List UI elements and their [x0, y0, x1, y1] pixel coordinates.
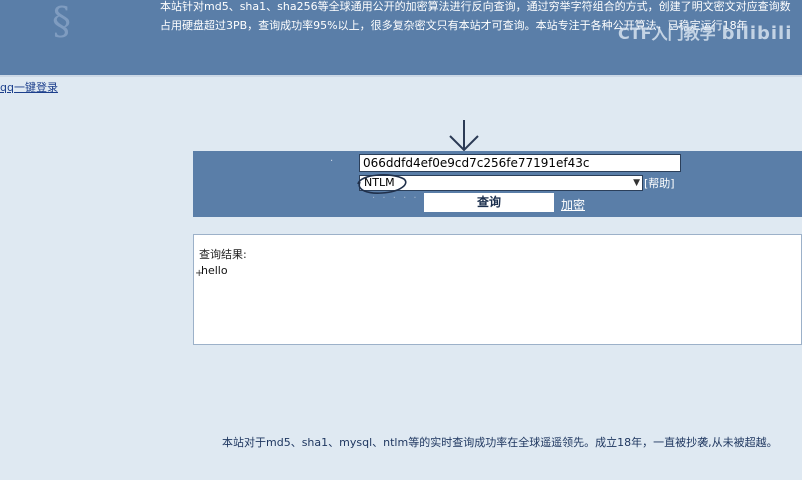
site-logo-icon: §: [52, 0, 71, 43]
down-arrow-icon: [449, 120, 479, 152]
result-box: [193, 234, 802, 345]
result-value: hello: [201, 264, 228, 277]
intro-line-1: 本站针对md5、sha1、sha256等全球通用公开的加密算法进行反向查询，通过…: [160, 0, 791, 13]
encrypt-link[interactable]: 加密: [561, 196, 585, 213]
footer-note: 本站对于md5、sha1、mysql、ntlm等的实时查询成功率在全球遥遥领先。…: [222, 436, 778, 449]
watermark-brand: bilibili: [721, 23, 793, 44]
qq-login-link[interactable]: qq一键登录: [0, 79, 58, 95]
help-link[interactable]: [帮助]: [644, 175, 675, 191]
header-divider: [0, 75, 802, 77]
watermark-text: CTF入门教学: [618, 24, 716, 43]
video-watermark: CTF入门教学 bilibili: [618, 20, 792, 44]
site-header: § 本站针对md5、sha1、sha256等全球通用公开的加密算法进行反向查询，…: [0, 0, 802, 75]
result-label: 查询结果:: [199, 248, 247, 261]
query-button[interactable]: 查询: [424, 193, 554, 212]
dot-mark: ·: [330, 156, 334, 167]
chevron-down-icon: ▼: [633, 178, 640, 188]
faint-dots: · · · · ·: [372, 193, 419, 204]
